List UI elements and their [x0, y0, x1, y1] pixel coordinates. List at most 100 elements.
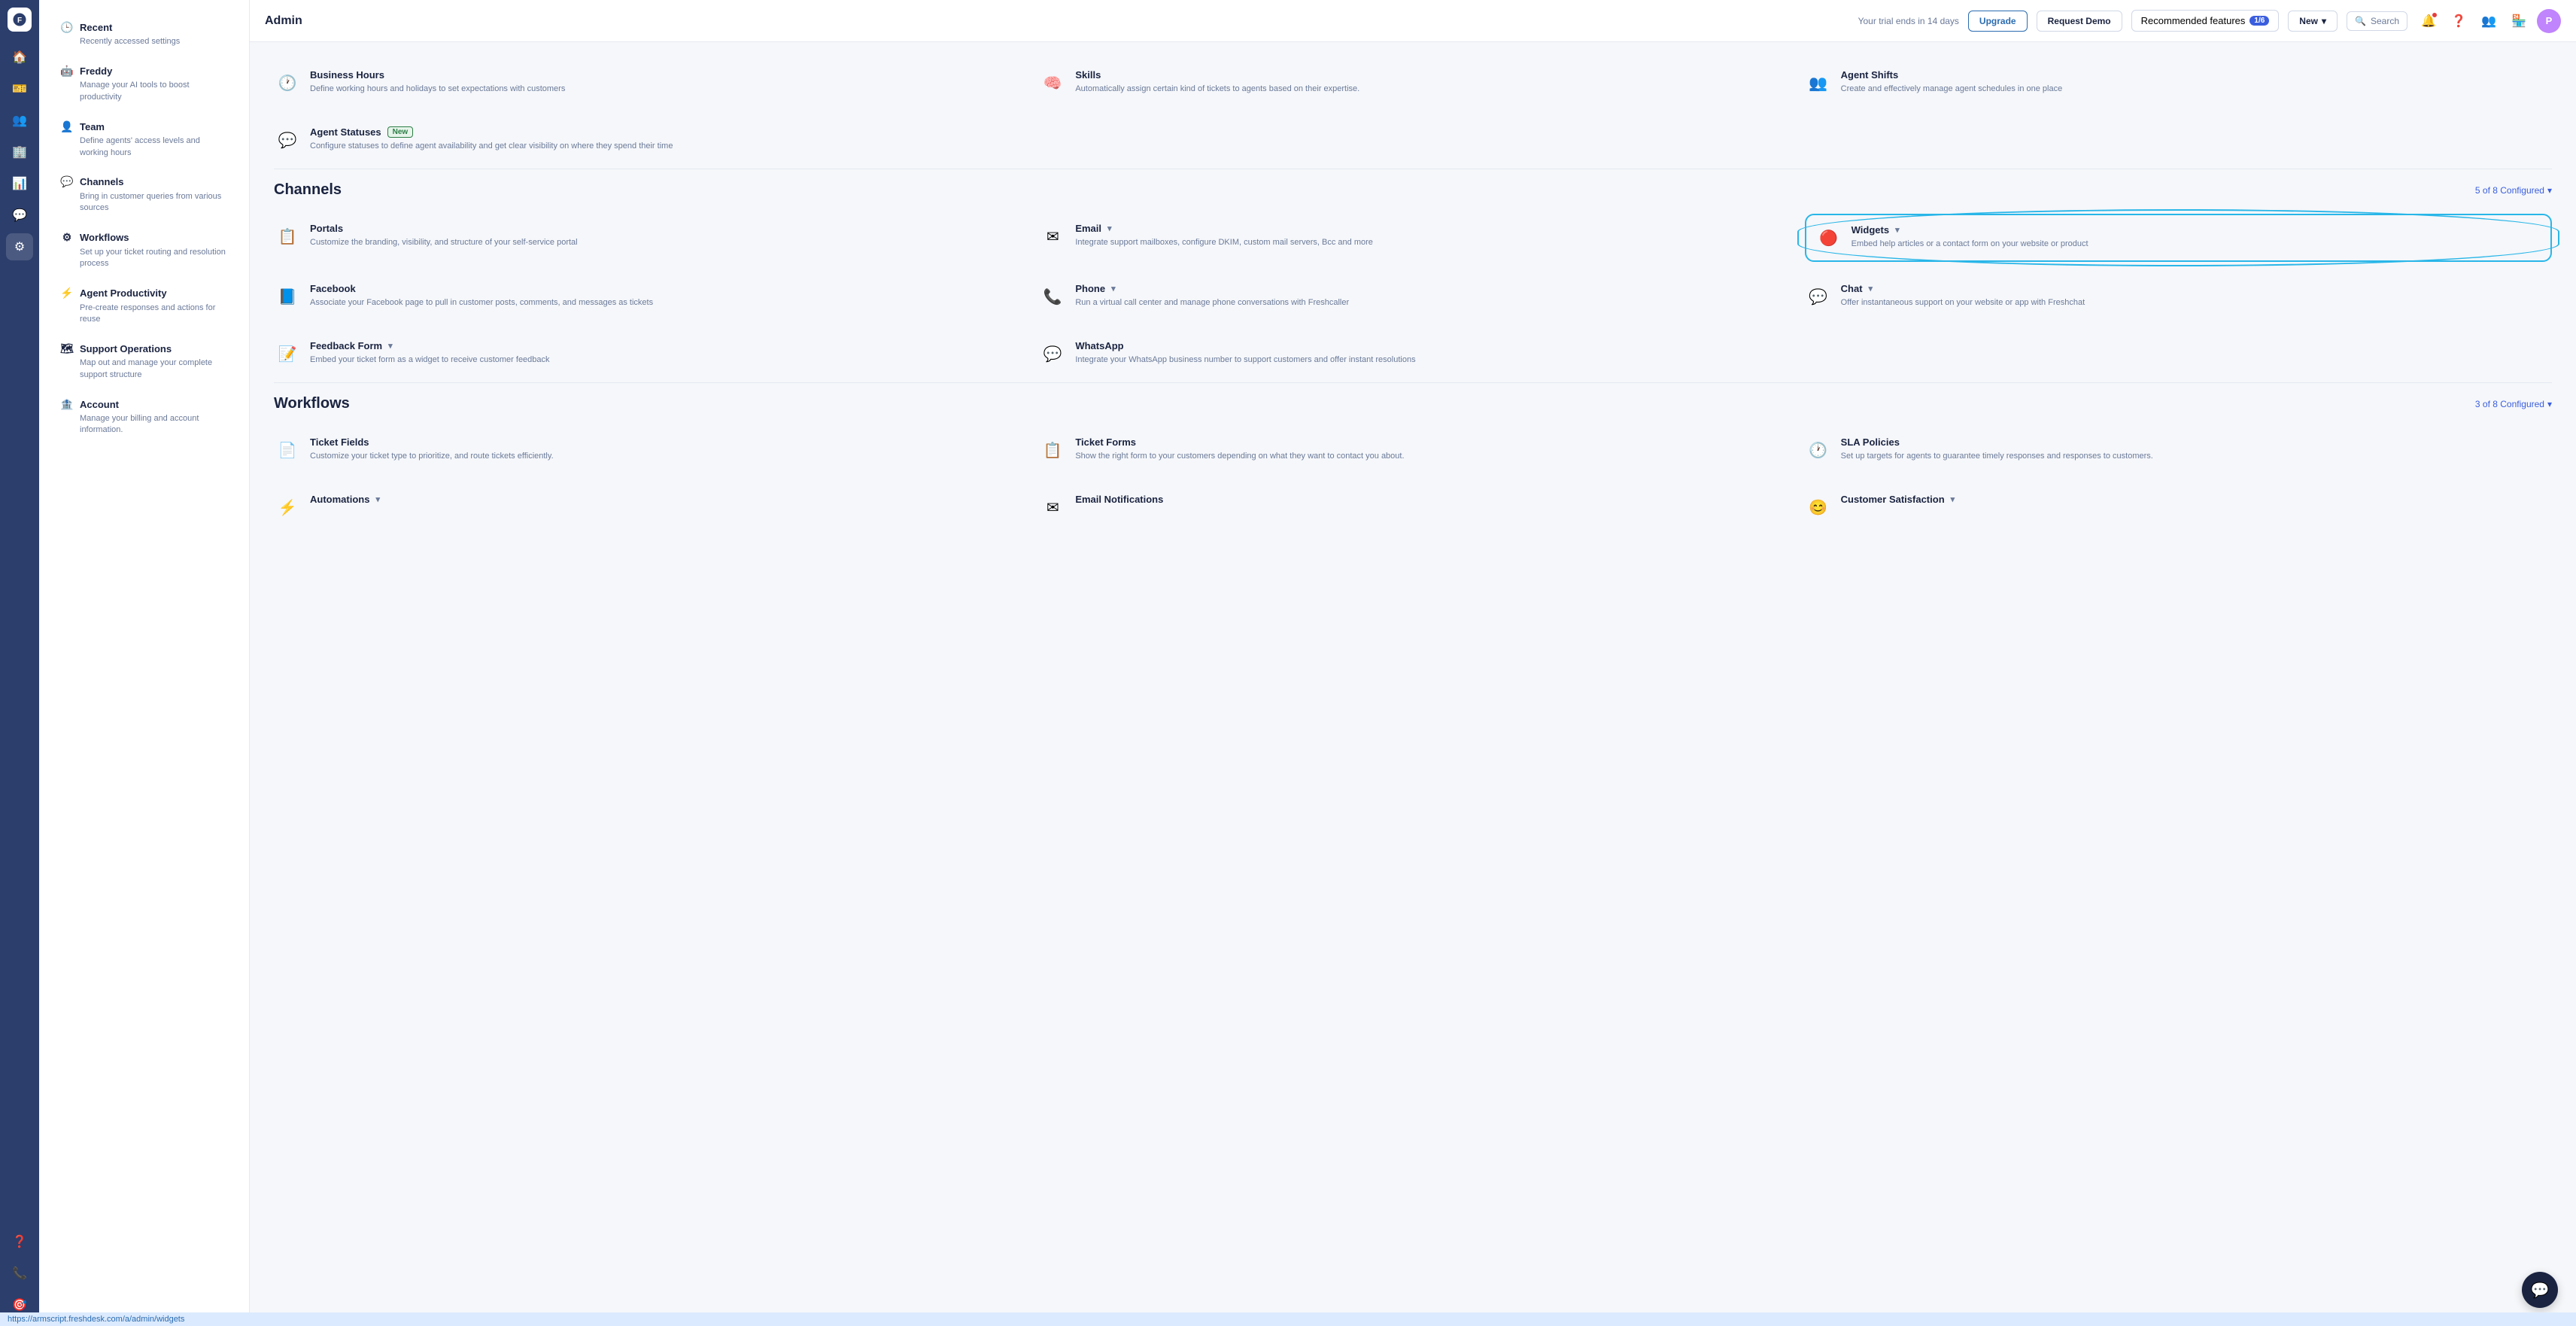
feature-whatsapp[interactable]: 💬 WhatsApp Integrate your WhatsApp busin… [1039, 331, 1786, 376]
email-chevron-icon: ▾ [1107, 224, 1112, 233]
status-bar: https://armscript.freshdesk.com/a/admin/… [0, 1312, 2576, 1326]
recommended-features-button[interactable]: Recommended features 1/6 [2131, 10, 2280, 32]
support-operations-icon: 🗺 [60, 342, 74, 355]
sla-policies-icon: 🕐 [1805, 436, 1832, 464]
feature-chat[interactable]: 💬 Chat ▾ Offer instantaneous support on … [1805, 274, 2552, 319]
nav-messages-icon[interactable]: 💬 [6, 202, 33, 229]
page-title: Admin [265, 14, 302, 28]
nav-contacts-icon[interactable]: 👥 [6, 107, 33, 134]
feature-ticket-forms[interactable]: 📋 Ticket Forms Show the right form to yo… [1039, 427, 1786, 473]
channels-config[interactable]: 5 of 8 Configured ▾ [2475, 185, 2552, 196]
feature-portals[interactable]: 📋 Portals Customize the branding, visibi… [274, 214, 1021, 262]
nav-phone-icon[interactable]: 📞 [6, 1260, 33, 1287]
business-hours-icon: 🕐 [274, 69, 301, 96]
feature-agent-shifts[interactable]: 👥 Agent Shifts Create and effectively ma… [1805, 60, 2552, 105]
chevron-down-icon: ▾ [2322, 16, 2326, 26]
sidebar-item-support-operations[interactable]: 🗺 Support Operations Map out and manage … [45, 334, 243, 388]
help-icon[interactable]: ❓ [2447, 9, 2471, 33]
nav-admin-icon[interactable]: ⚙ [6, 233, 33, 260]
feature-business-hours[interactable]: 🕐 Business Hours Define working hours an… [274, 60, 1021, 105]
customer-satisfaction-icon: 😊 [1805, 494, 1832, 521]
notification-dot [2432, 12, 2438, 18]
recommended-features-badge: 1/6 [2249, 16, 2269, 26]
feature-widgets[interactable]: 🔴 Widgets ▾ Embed help articles or a con… [1805, 214, 2552, 262]
whatsapp-icon: 💬 [1039, 340, 1066, 367]
sidebar-item-workflows[interactable]: ⚙ Workflows Set up your ticket routing a… [45, 224, 243, 278]
workflows-chevron-icon: ▾ [2547, 399, 2552, 409]
agent-productivity-icon: ⚡ [60, 287, 74, 300]
nav-tickets-icon[interactable]: 🎫 [6, 75, 33, 102]
search-box[interactable]: 🔍 Search [2347, 11, 2407, 31]
facebook-icon: 📘 [274, 283, 301, 310]
team-features-grid: 🕐 Business Hours Define working hours an… [274, 60, 2552, 163]
feature-sla-policies[interactable]: 🕐 SLA Policies Set up targets for agents… [1805, 427, 2552, 473]
feedback-form-icon: 📝 [274, 340, 301, 367]
chat-bubble[interactable]: 💬 [2522, 1272, 2558, 1308]
nav-home-icon[interactable]: 🏠 [6, 44, 33, 71]
chevron-down-icon: ▾ [2547, 185, 2552, 196]
phone-icon: 📞 [1039, 283, 1066, 310]
widgets-chevron-icon: ▾ [1895, 225, 1900, 235]
sidebar-item-recent[interactable]: 🕒 Recent Recently accessed settings [45, 13, 243, 55]
sidebar-item-account[interactable]: 🏦 Account Manage your billing and accoun… [45, 390, 243, 444]
feature-facebook[interactable]: 📘 Facebook Associate your Facebook page … [274, 274, 1021, 319]
workflows-section-header: Workflows 3 of 8 Configured ▾ [274, 395, 2552, 412]
nav-reports-icon[interactable]: 📊 [6, 170, 33, 197]
nav-companies-icon[interactable]: 🏢 [6, 138, 33, 166]
nav-help-icon[interactable]: ❓ [6, 1228, 33, 1255]
search-icon: 🔍 [2355, 16, 2366, 26]
upgrade-button[interactable]: Upgrade [1968, 11, 2028, 32]
chat-chevron-icon: ▾ [1869, 284, 1873, 293]
email-notifications-icon: ✉ [1039, 494, 1066, 521]
main-area: Admin Your trial ends in 14 days Upgrade… [250, 0, 2576, 1326]
customer-satisfaction-chevron-icon: ▾ [1951, 494, 1955, 504]
svg-text:F: F [17, 17, 22, 25]
feature-agent-statuses[interactable]: 💬 Agent Statuses New Configure statuses … [274, 117, 1021, 163]
feature-customer-satisfaction[interactable]: 😊 Customer Satisfaction ▾ [1805, 485, 2552, 530]
freddy-icon: 🤖 [60, 64, 74, 78]
workflows-config[interactable]: 3 of 8 Configured ▾ [2475, 399, 2552, 409]
channels-section-header: Channels 5 of 8 Configured ▾ [274, 181, 2552, 199]
feedback-chevron-icon: ▾ [388, 341, 393, 351]
agent-statuses-icon: 💬 [274, 126, 301, 154]
icon-bar: F 🏠 🎫 👥 🏢 📊 💬 ⚙ ❓ 📞 🎯 [0, 0, 39, 1326]
feature-ticket-fields[interactable]: 📄 Ticket Fields Customize your ticket ty… [274, 427, 1021, 473]
channels-title: Channels [274, 181, 342, 199]
account-icon: 🏦 [60, 397, 74, 411]
feature-email-notifications[interactable]: ✉ Email Notifications [1039, 485, 1786, 530]
feature-phone[interactable]: 📞 Phone ▾ Run a virtual call center and … [1039, 274, 1786, 319]
new-button[interactable]: New ▾ [2288, 11, 2338, 32]
ticket-fields-icon: 📄 [274, 436, 301, 464]
workflows-title: Workflows [274, 395, 350, 412]
workflows-features-grid: 📄 Ticket Fields Customize your ticket ty… [274, 427, 2552, 530]
request-demo-button[interactable]: Request Demo [2037, 11, 2122, 32]
sidebar-item-team[interactable]: 👤 Team Define agents' access levels and … [45, 112, 243, 166]
feature-email[interactable]: ✉ Email ▾ Integrate support mailboxes, c… [1039, 214, 1786, 262]
channels-icon: 💬 [60, 175, 74, 189]
automations-icon: ⚡ [274, 494, 301, 521]
sidebar-item-channels[interactable]: 💬 Channels Bring in customer queries fro… [45, 168, 243, 222]
topbar-icons: 🔔 ❓ 👥 🏪 P [2417, 9, 2561, 33]
trial-text: Your trial ends in 14 days [1858, 16, 1959, 26]
new-badge: New [387, 126, 414, 138]
avatar[interactable]: P [2537, 9, 2561, 33]
marketplace-icon[interactable]: 🏪 [2507, 9, 2531, 33]
automations-chevron-icon: ▾ [375, 494, 380, 504]
portals-icon: 📋 [274, 223, 301, 250]
phone-chevron-icon: ▾ [1111, 284, 1116, 293]
sidebar-item-agent-productivity[interactable]: ⚡ Agent Productivity Pre-create response… [45, 279, 243, 333]
channels-features-grid: 📋 Portals Customize the branding, visibi… [274, 214, 2552, 376]
notifications-icon[interactable]: 🔔 [2417, 9, 2441, 33]
feature-automations[interactable]: ⚡ Automations ▾ [274, 485, 1021, 530]
skills-icon: 🧠 [1039, 69, 1066, 96]
workflows-divider [274, 382, 2552, 383]
contacts-topbar-icon[interactable]: 👥 [2477, 9, 2501, 33]
chat-icon: 💬 [1805, 283, 1832, 310]
feature-skills[interactable]: 🧠 Skills Automatically assign certain ki… [1039, 60, 1786, 105]
content-area: 🕐 Business Hours Define working hours an… [250, 42, 2576, 1326]
app-logo[interactable]: F [8, 8, 32, 32]
team-icon: 👤 [60, 120, 74, 133]
sidebar-item-freddy[interactable]: 🤖 Freddy Manage your AI tools to boost p… [45, 56, 243, 111]
feature-feedback-form[interactable]: 📝 Feedback Form ▾ Embed your ticket form… [274, 331, 1021, 376]
email-icon: ✉ [1039, 223, 1066, 250]
